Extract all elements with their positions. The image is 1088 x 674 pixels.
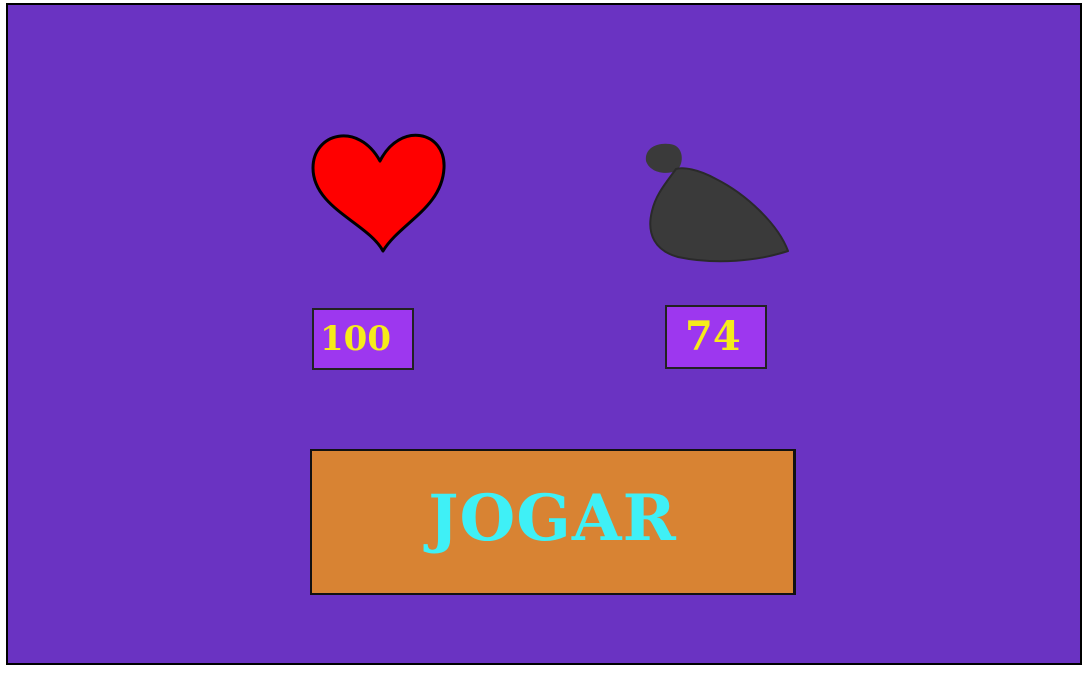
heart-icon <box>311 133 446 253</box>
money-bag-icon <box>645 143 789 263</box>
game-menu-screen: 100 74 JOGAR <box>6 3 1082 665</box>
coins-counter: 74 <box>665 305 767 369</box>
play-button[interactable]: JOGAR <box>310 449 796 595</box>
life-counter: 100 <box>312 308 414 370</box>
